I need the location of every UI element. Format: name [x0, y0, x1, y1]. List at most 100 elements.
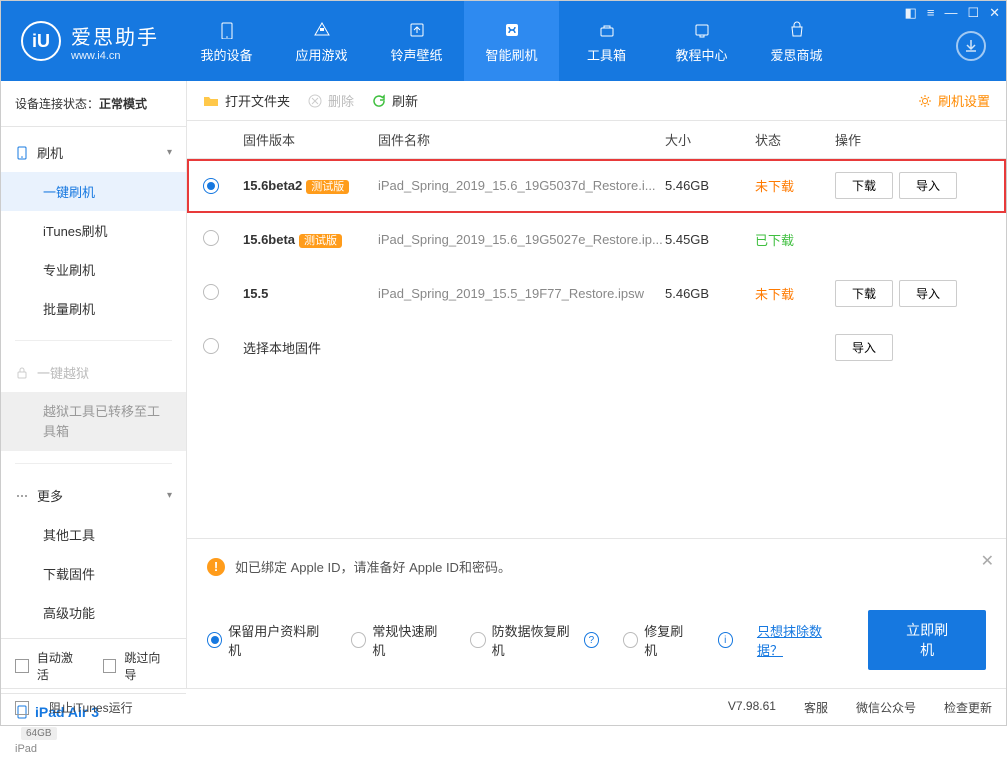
version-label: V7.98.61	[728, 699, 776, 716]
firmware-size: 5.46GB	[665, 178, 755, 193]
nav-2[interactable]: 铃声壁纸	[369, 1, 464, 81]
flash-option-1[interactable]: 常规快速刷机	[351, 621, 446, 659]
delete-button[interactable]: 删除	[308, 91, 354, 110]
nav-0[interactable]: 我的设备	[179, 1, 274, 81]
row-radio[interactable]	[203, 284, 219, 300]
support-link[interactable]: 客服	[804, 699, 828, 716]
row-radio[interactable]	[203, 178, 219, 194]
check-update-link[interactable]: 检查更新	[944, 699, 992, 716]
col-action: 操作	[835, 130, 990, 149]
nav-4[interactable]: 工具箱	[559, 1, 654, 81]
option-radio[interactable]	[351, 632, 366, 648]
firmware-status: 未下载	[755, 176, 835, 195]
firmware-version: 15.6beta测试版	[243, 232, 378, 248]
firmware-size: 5.45GB	[665, 232, 755, 247]
device-storage: 64GB	[21, 727, 57, 740]
wechat-link[interactable]: 微信公众号	[856, 699, 916, 716]
table-row[interactable]: 选择本地固件 导入	[187, 321, 1006, 375]
col-size: 大小	[665, 130, 755, 149]
sidebar-item-more-0[interactable]: 其他工具	[1, 515, 186, 554]
nav-label: 工具箱	[587, 45, 626, 64]
flash-now-button[interactable]: 立即刷机	[868, 610, 986, 670]
import-button[interactable]: 导入	[899, 280, 957, 307]
sidebar-section-flash[interactable]: 刷机 ▾	[1, 133, 186, 172]
option-radio[interactable]	[470, 632, 485, 648]
nav-icon	[691, 19, 713, 41]
option-label: 修复刷机	[644, 621, 693, 659]
auto-activate-checkbox[interactable]	[15, 659, 29, 673]
option-label: 常规快速刷机	[372, 621, 446, 659]
open-folder-button[interactable]: 打开文件夹	[203, 91, 290, 110]
flash-settings-button[interactable]: 刷机设置	[918, 91, 990, 110]
sidebar-item-flash-2[interactable]: 专业刷机	[1, 250, 186, 289]
table-row[interactable]: 15.6beta测试版iPad_Spring_2019_15.6_19G5027…	[187, 213, 1006, 267]
sidebar-item-flash-0[interactable]: 一键刷机	[1, 172, 186, 211]
sidebar-item-flash-1[interactable]: iTunes刷机	[1, 211, 186, 250]
option-label: 保留用户资料刷机	[228, 621, 327, 659]
section-jail-title: 一键越狱	[37, 363, 89, 382]
gear-icon	[918, 94, 932, 108]
menu-icon[interactable]: ≡	[927, 5, 935, 21]
skip-guide-checkbox[interactable]	[103, 659, 117, 673]
row-radio[interactable]	[203, 338, 219, 354]
nav-icon	[406, 19, 428, 41]
close-banner-icon[interactable]: ✕	[981, 551, 994, 571]
block-itunes-checkbox[interactable]	[15, 701, 29, 715]
choose-local-firmware[interactable]: 选择本地固件	[243, 338, 665, 357]
beta-badge: 测试版	[306, 180, 349, 194]
skip-guide-label: 跳过向导	[124, 649, 172, 683]
col-name: 固件名称	[378, 130, 665, 149]
nav-6[interactable]: 爱思商城	[749, 1, 844, 81]
warning-icon: !	[207, 558, 225, 576]
flash-option-3[interactable]: 修复刷机	[623, 621, 694, 659]
firmware-name: iPad_Spring_2019_15.6_19G5027e_Restore.i…	[378, 232, 665, 247]
nav-3[interactable]: 智能刷机	[464, 1, 559, 81]
nav-icon	[311, 19, 333, 41]
flash-option-2[interactable]: 防数据恢复刷机 ?	[470, 621, 599, 659]
theme-icon[interactable]: ◧	[905, 5, 917, 21]
row-radio[interactable]	[203, 230, 219, 246]
chevron-down-icon: ▾	[167, 490, 172, 501]
window-controls: ◧ ≡ — ☐ ✕	[905, 5, 1000, 21]
nav-icon	[216, 19, 238, 41]
download-button[interactable]: 下载	[835, 280, 893, 307]
close-icon[interactable]: ✕	[989, 5, 1000, 21]
sidebar-item-more-2[interactable]: 高级功能	[1, 593, 186, 632]
sidebar-item-flash-3[interactable]: 批量刷机	[1, 289, 186, 328]
flash-option-0[interactable]: 保留用户资料刷机	[207, 621, 327, 659]
auto-activate-label: 自动激活	[37, 649, 85, 683]
app-header: iU 爱思助手 www.i4.cn 我的设备应用游戏铃声壁纸智能刷机工具箱 教程中…	[1, 1, 1006, 81]
import-button[interactable]: 导入	[835, 334, 893, 361]
download-button[interactable]: 下载	[835, 172, 893, 199]
chevron-down-icon: ▾	[167, 147, 172, 158]
table-row[interactable]: 15.6beta2测试版iPad_Spring_2019_15.6_19G503…	[187, 159, 1006, 213]
device-type: iPad	[15, 743, 172, 755]
minimize-icon[interactable]: —	[944, 5, 957, 21]
help-icon[interactable]: ?	[584, 632, 599, 648]
logo-block: iU 爱思助手 www.i4.cn	[1, 1, 179, 81]
firmware-size: 5.46GB	[665, 286, 755, 301]
info-banner: ! 如已绑定 Apple ID，请准备好 Apple ID和密码。 ✕	[187, 538, 1006, 594]
erase-data-link[interactable]: 只想抹除数据？	[757, 621, 844, 659]
lock-icon	[15, 366, 29, 380]
table-row[interactable]: 15.5iPad_Spring_2019_15.5_19F77_Restore.…	[187, 267, 1006, 321]
sidebar-item-more-1[interactable]: 下载固件	[1, 554, 186, 593]
connection-status: 设备连接状态：正常模式	[1, 81, 186, 127]
info-icon[interactable]: i	[718, 632, 733, 648]
maximize-icon[interactable]: ☐	[967, 5, 979, 21]
logo-icon: iU	[21, 21, 61, 61]
download-icon[interactable]	[956, 31, 986, 61]
firmware-version: 15.5	[243, 286, 378, 301]
nav-label: 教程中心	[675, 45, 727, 64]
nav-5[interactable]: 教程中心	[654, 1, 749, 81]
nav-icon	[501, 19, 523, 41]
import-button[interactable]: 导入	[899, 172, 957, 199]
folder-icon	[203, 93, 219, 109]
toolbar: 打开文件夹 删除 刷新 刷机设置	[187, 81, 1006, 121]
option-radio[interactable]	[207, 632, 222, 648]
block-itunes-label: 阻止iTunes运行	[49, 699, 133, 716]
option-radio[interactable]	[623, 632, 638, 648]
refresh-button[interactable]: 刷新	[372, 91, 418, 110]
nav-1[interactable]: 应用游戏	[274, 1, 369, 81]
sidebar-section-more[interactable]: 更多 ▾	[1, 476, 186, 515]
